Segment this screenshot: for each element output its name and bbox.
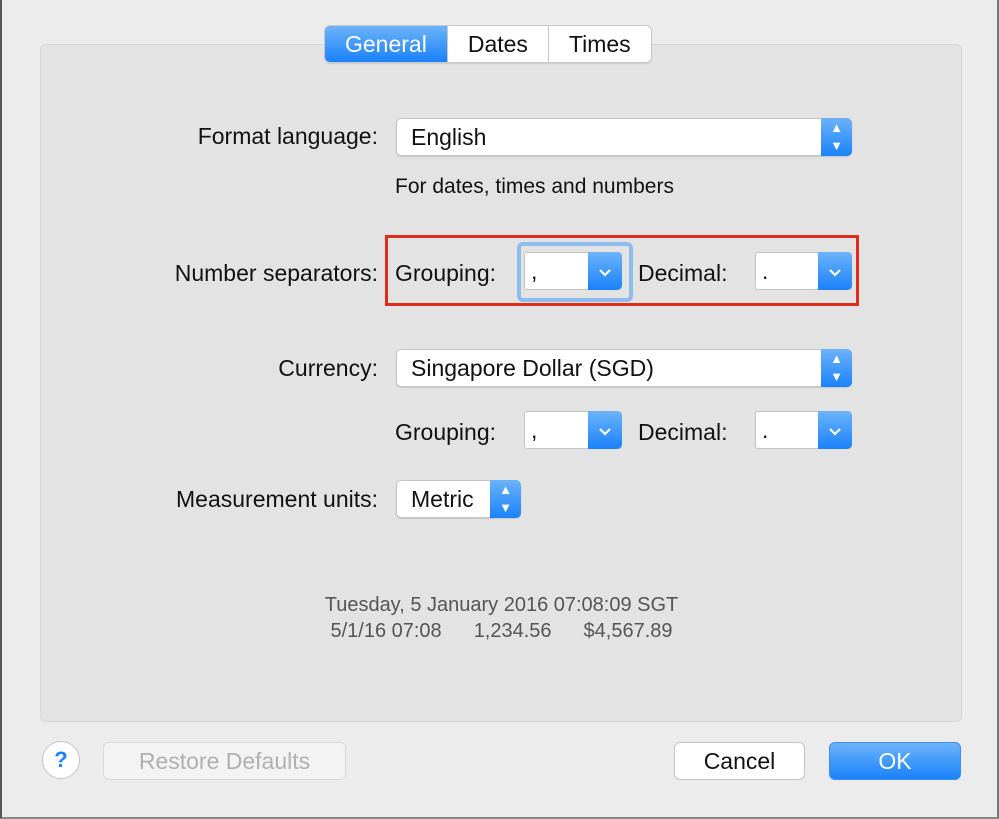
preview-row: 5/1/16 07:08 1,234.56 $4,567.89 <box>2 620 999 643</box>
number-decimal-label: Decimal: <box>638 260 728 286</box>
currency-grouping-label: Grouping: <box>395 419 497 445</box>
measurement-units-value: Metric <box>411 486 474 512</box>
number-grouping-label: Grouping: <box>395 260 497 286</box>
currency-decimal-combo[interactable]: . <box>755 411 852 449</box>
up-down-arrows-icon: ▲ ▼ <box>821 118 852 156</box>
currency-value: Singapore Dollar (SGD) <box>411 355 654 381</box>
ok-button[interactable]: OK <box>829 742 961 780</box>
number-grouping-value: , <box>531 258 538 284</box>
format-language-value: English <box>411 124 487 150</box>
number-grouping-combo[interactable]: , <box>524 252 622 290</box>
chevron-down-icon[interactable] <box>588 411 622 449</box>
tab-general[interactable]: General <box>325 26 447 62</box>
currency-select[interactable]: Singapore Dollar (SGD) ▲ ▼ <box>396 349 852 387</box>
currency-label: Currency: <box>278 355 378 381</box>
number-separators-label: Number separators: <box>174 260 378 286</box>
chevron-down-icon[interactable] <box>818 411 852 449</box>
preview-date-long: Tuesday, 5 January 2016 07:08:09 SGT <box>324 594 679 616</box>
measurement-units-label: Measurement units: <box>176 486 378 512</box>
currency-decimal-value: . <box>762 417 769 443</box>
tab-bar: General Dates Times <box>324 25 652 63</box>
cancel-button[interactable]: Cancel <box>674 742 805 780</box>
chevron-down-icon[interactable] <box>818 252 852 290</box>
preview-date-short: 5/1/16 07:08 <box>330 620 442 642</box>
tab-dates[interactable]: Dates <box>446 26 548 62</box>
number-decimal-value: . <box>762 258 769 284</box>
currency-grouping-value: , <box>531 417 538 443</box>
currency-decimal-label: Decimal: <box>638 419 728 445</box>
dialog-window: General Dates Times Format language: Eng… <box>0 0 999 819</box>
restore-defaults-button[interactable]: Restore Defaults <box>103 742 346 780</box>
preview-currency: $4,567.89 <box>583 620 673 642</box>
tab-times[interactable]: Times <box>547 26 651 62</box>
format-language-select[interactable]: English ▲ ▼ <box>396 118 852 156</box>
measurement-units-select[interactable]: Metric ▲ ▼ <box>396 480 521 518</box>
up-down-arrows-icon: ▲ ▼ <box>490 480 521 518</box>
chevron-down-icon[interactable] <box>588 252 622 290</box>
up-down-arrows-icon: ▲ ▼ <box>821 349 852 387</box>
format-language-label: Format language: <box>197 123 378 149</box>
currency-grouping-combo[interactable]: , <box>524 411 622 449</box>
number-decimal-combo[interactable]: . <box>755 252 852 290</box>
format-language-hint: For dates, times and numbers <box>395 175 674 198</box>
help-button[interactable]: ? <box>42 741 80 779</box>
preview-number: 1,234.56 <box>473 620 552 642</box>
